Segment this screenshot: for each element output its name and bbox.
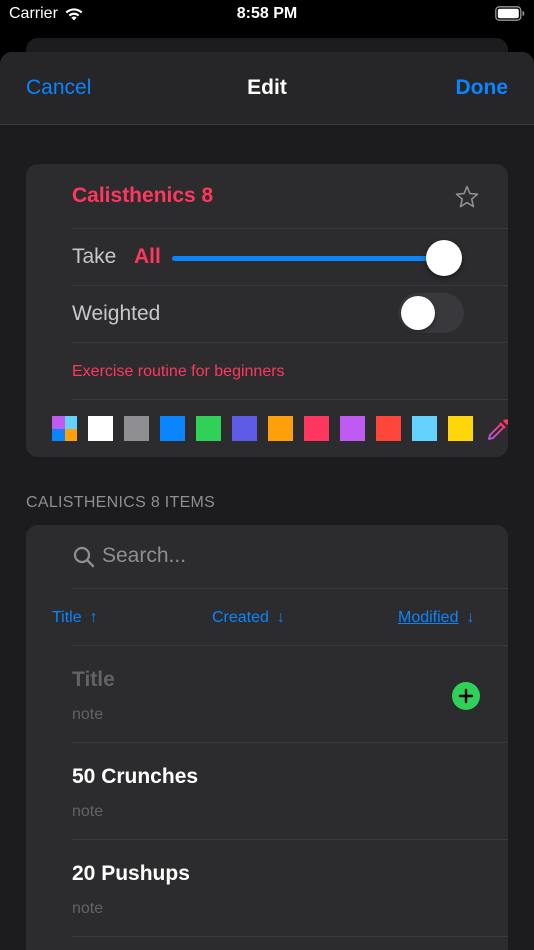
navigation-bar: Cancel Edit Done xyxy=(0,52,534,125)
sort-by-created-button[interactable]: Created ↓ xyxy=(212,609,285,627)
item-title[interactable]: 20 Pushups xyxy=(72,862,190,886)
take-label: Take xyxy=(72,245,117,268)
color-palette xyxy=(52,416,508,442)
color-swatch[interactable] xyxy=(376,416,401,441)
add-item-button[interactable] xyxy=(452,682,480,710)
sort-title-label: Title xyxy=(52,609,82,626)
color-swatch[interactable] xyxy=(340,416,365,441)
take-value: All xyxy=(134,245,161,268)
divider xyxy=(72,228,508,229)
color-swatch[interactable] xyxy=(160,416,185,441)
sort-by-title-button[interactable]: Title ↑ xyxy=(52,609,98,627)
arrow-up-icon: ↑ xyxy=(89,609,98,626)
arrow-down-icon: ↓ xyxy=(466,609,475,626)
divider xyxy=(72,285,508,286)
divider xyxy=(72,399,508,400)
edit-sheet: Cancel Edit Done Calisthenics 8 Take All… xyxy=(0,52,534,950)
divider xyxy=(72,936,508,937)
item-note[interactable]: note xyxy=(72,900,103,918)
item-title[interactable]: 50 Crunches xyxy=(72,765,198,789)
item-note[interactable]: note xyxy=(72,803,103,821)
divider xyxy=(72,588,508,589)
list-note[interactable]: Exercise routine for beginners xyxy=(72,363,285,381)
list-settings-card: Calisthenics 8 Take All Weighted Exercis… xyxy=(26,164,508,457)
sort-created-label: Created xyxy=(212,609,269,626)
divider xyxy=(72,742,508,743)
take-slider-track[interactable] xyxy=(172,256,442,261)
swatch-multicolor[interactable] xyxy=(52,416,77,441)
color-swatch[interactable] xyxy=(448,416,473,441)
cancel-button[interactable]: Cancel xyxy=(26,76,91,100)
battery-icon xyxy=(495,6,525,26)
plus-icon xyxy=(458,688,474,704)
done-button[interactable]: Done xyxy=(456,76,509,100)
divider xyxy=(72,645,508,646)
color-swatch[interactable] xyxy=(88,416,113,441)
color-swatch[interactable] xyxy=(232,416,257,441)
color-swatch[interactable] xyxy=(412,416,437,441)
status-time: 8:58 PM xyxy=(236,5,298,22)
color-swatch[interactable] xyxy=(268,416,293,441)
search-icon xyxy=(72,545,96,574)
sort-modified-label: Modified xyxy=(398,609,459,626)
items-section-header: CALISTHENICS 8 ITEMS xyxy=(26,494,216,511)
eyedropper-icon[interactable] xyxy=(486,416,508,442)
divider xyxy=(72,839,508,840)
star-icon[interactable] xyxy=(454,184,480,215)
weighted-label: Weighted xyxy=(72,302,161,325)
new-item-title-field[interactable]: Title xyxy=(72,668,115,692)
take-slider-knob[interactable] xyxy=(426,240,462,276)
color-swatch[interactable] xyxy=(196,416,221,441)
color-swatch[interactable] xyxy=(124,416,149,441)
color-swatch[interactable] xyxy=(304,416,329,441)
weighted-toggle[interactable] xyxy=(398,293,464,333)
items-card: Title ↑ Created ↓ Modified ↓ Title note … xyxy=(26,525,508,950)
weighted-toggle-knob xyxy=(401,296,435,330)
sort-by-modified-button[interactable]: Modified ↓ xyxy=(398,609,474,627)
arrow-down-icon: ↓ xyxy=(276,609,285,626)
status-bar: Carrier 8:58 PM xyxy=(0,0,534,30)
new-item-note-field[interactable]: note xyxy=(72,706,103,724)
divider xyxy=(72,342,508,343)
search-input[interactable] xyxy=(102,541,482,571)
list-title[interactable]: Calisthenics 8 xyxy=(72,184,213,208)
